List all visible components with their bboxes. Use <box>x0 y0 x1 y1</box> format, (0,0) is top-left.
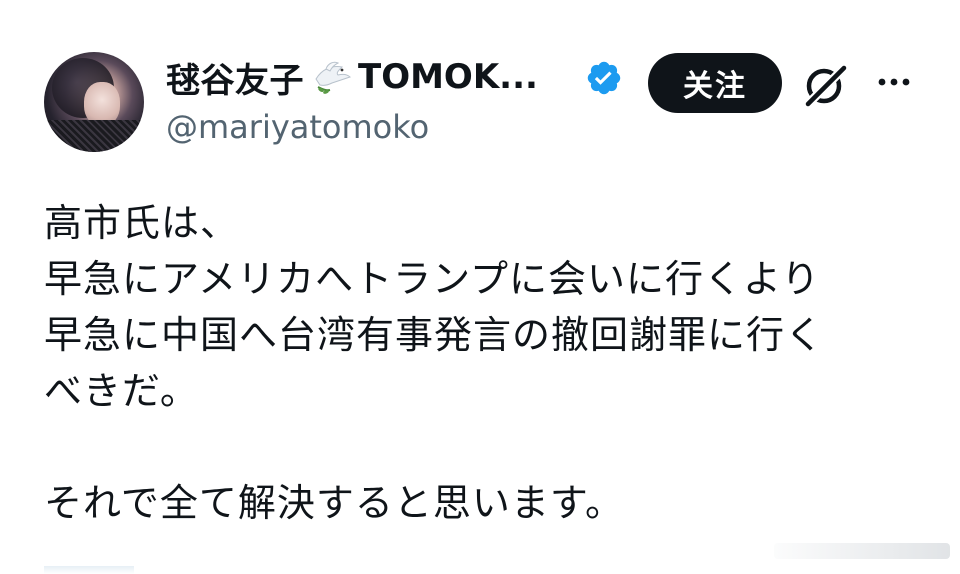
avatar[interactable] <box>44 52 144 152</box>
tweet-header: 毬谷友子 TOMOK... @mariyatomoko 关注 <box>0 0 960 170</box>
follow-button[interactable]: 关注 <box>648 53 782 113</box>
watermark-bar <box>774 543 950 559</box>
tweet-line-2: 早急にアメリカへトランプに会いに行くより <box>44 257 821 301</box>
tweet-line-4: べきだ。 <box>44 369 199 413</box>
tweet-line-6: それで全て解決すると思います。 <box>44 481 625 525</box>
tweet-line-1: 高市氏は、 <box>44 201 240 245</box>
display-name-suffix[interactable]: TOMOK... <box>358 57 538 97</box>
verified-badge-icon[interactable] <box>585 59 623 97</box>
translate-link-peek <box>44 566 134 574</box>
grok-icon[interactable] <box>800 60 850 110</box>
watermark <box>750 536 950 566</box>
tweet-body: 高市氏は、 早急にアメリカへトランプに会いに行くより 早急に中国へ台湾有事発言の… <box>44 195 944 531</box>
user-handle[interactable]: @mariyatomoko <box>166 108 429 146</box>
display-name[interactable]: 毬谷友子 <box>166 53 304 102</box>
more-options-icon[interactable] <box>874 70 914 94</box>
dove-icon <box>312 59 352 95</box>
avatar-lace <box>44 120 144 152</box>
tweet: 毬谷友子 TOMOK... @mariyatomoko 关注 高市氏は、 早急に… <box>0 0 960 574</box>
tweet-line-3: 早急に中国へ台湾有事発言の撤回謝罪に行く <box>44 313 825 357</box>
display-name-row[interactable]: 毬谷友子 TOMOK... <box>166 53 538 102</box>
